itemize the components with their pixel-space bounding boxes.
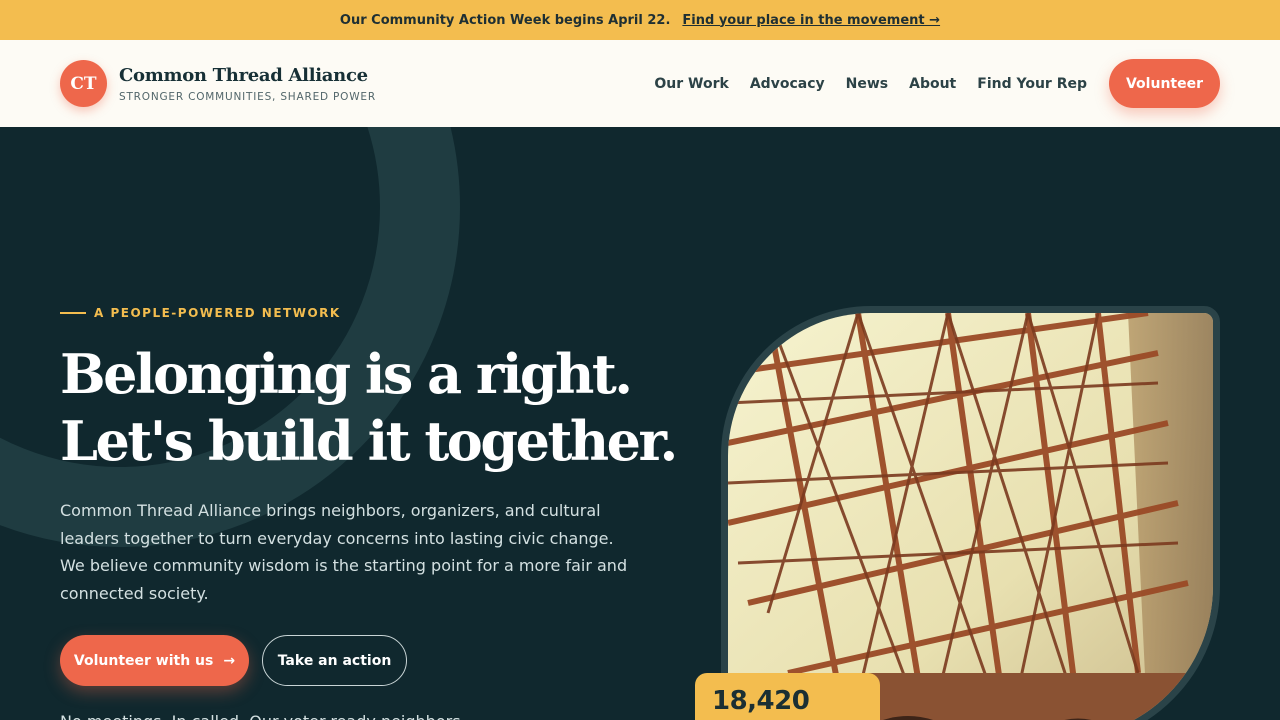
take-an-action-button[interactable]: Take an action — [262, 635, 407, 686]
hero-intro: Common Thread Alliance brings neighbors,… — [60, 501, 628, 603]
stat-value: 18,420 — [712, 686, 810, 716]
primary-cta-label: Volunteer with us — [73, 652, 214, 669]
hero-section: A PEOPLE-POWERED NETWORK Belonging is a … — [0, 127, 1280, 720]
brand-name: Common Thread Alliance — [119, 64, 368, 86]
announcement-bar: Our Community Action Week begins April 2… — [0, 0, 1280, 40]
headline-line-2: Let's build it together. — [60, 409, 678, 473]
eyebrow-text: A PEOPLE-POWERED NETWORK — [94, 306, 341, 320]
nav-item-news[interactable]: News — [846, 76, 888, 92]
nav-item-advocacy[interactable]: Advocacy — [750, 76, 825, 92]
arrow-right-icon: → — [223, 652, 236, 669]
hero-eyebrow: A PEOPLE-POWERED NETWORK — [60, 306, 341, 320]
nav-item-about[interactable]: About — [909, 76, 956, 92]
stat-card: 18,420 — [695, 673, 880, 720]
announcement-text: Our Community Action Week begins April 2… — [339, 12, 671, 28]
headline-line-1: Belonging is a right. — [60, 342, 633, 406]
site-header: CT Common Thread Alliance STRONGER COMMU… — [0, 40, 1280, 127]
volunteer-with-us-button[interactable]: Volunteer with us → — [60, 635, 249, 686]
volunteer-button[interactable]: Volunteer — [1109, 59, 1220, 108]
hero-headline: Belonging is a right. Let's build it tog… — [60, 341, 680, 475]
main-nav: Our Work Advocacy News About Find Your R… — [633, 59, 1220, 108]
decorative-ring — [0, 127, 460, 547]
brand[interactable]: Common Thread Alliance STRONGER COMMUNIT… — [119, 65, 376, 103]
nav-item-our-work[interactable]: Our Work — [654, 76, 728, 92]
hero-note: No meetings. In called. Our voter-ready … — [60, 712, 461, 720]
brand-tagline: STRONGER COMMUNITIES, SHARED POWER — [119, 90, 376, 103]
eyebrow-line — [60, 312, 86, 314]
announcement-link[interactable]: Find your place in the movement → — [682, 13, 940, 28]
hero-photo — [721, 306, 1220, 720]
logo-badge[interactable]: CT — [60, 60, 107, 107]
bridge-photo — [728, 313, 1213, 720]
nav-item-find-your-rep[interactable]: Find Your Rep — [977, 76, 1087, 92]
